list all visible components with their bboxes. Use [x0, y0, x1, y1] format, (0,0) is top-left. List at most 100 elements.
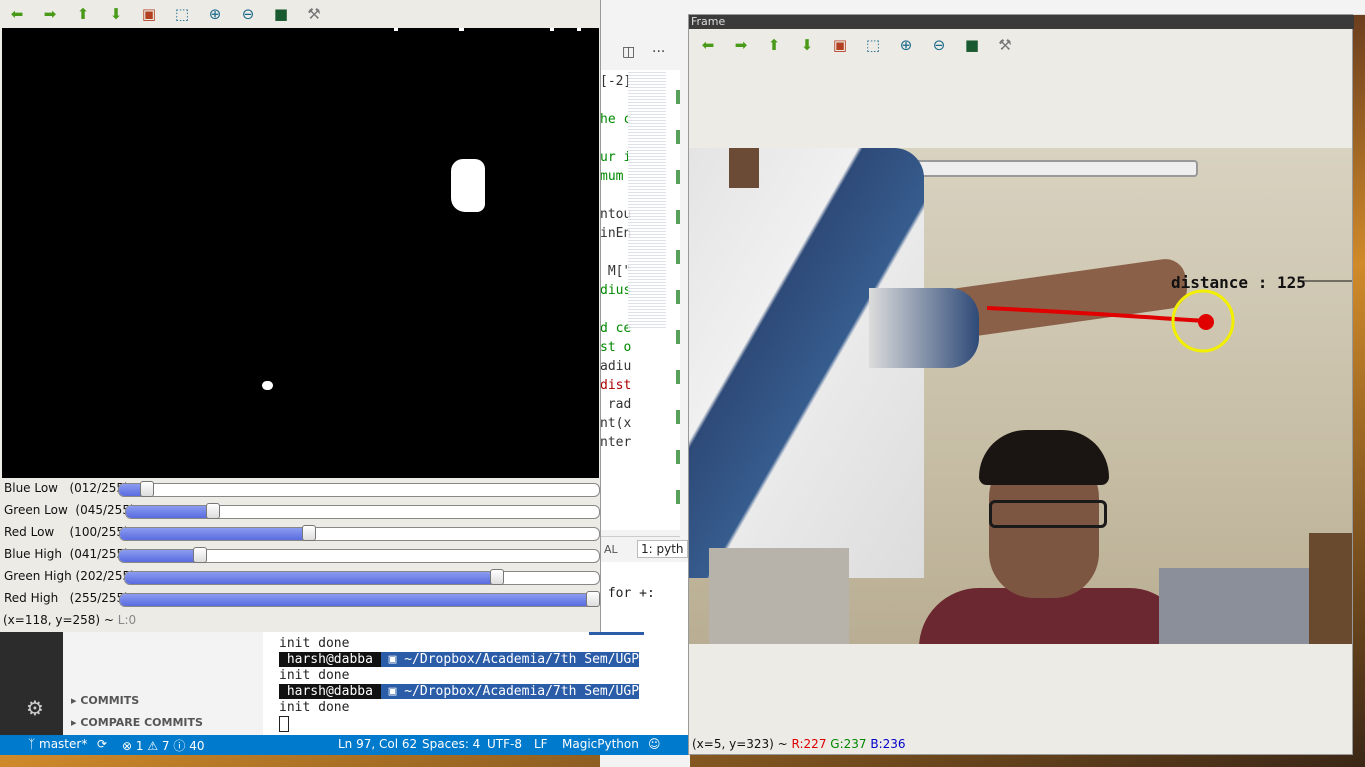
- trackbar-label: Green Low (045/255): [4, 503, 135, 517]
- mask-noise: [262, 381, 273, 390]
- commits-label: COMMITS: [80, 694, 140, 707]
- code-line: adiu: [600, 359, 632, 374]
- trackbar-track[interactable]: [125, 505, 600, 519]
- trackbar-row: Blue Low (012/255): [0, 478, 600, 500]
- trackbar-fill: [126, 506, 208, 518]
- trackbar-handle[interactable]: [193, 547, 208, 563]
- properties-icon[interactable]: ⚒: [994, 34, 1016, 56]
- compare-commits-section[interactable]: ▸ COMPARE COMMITS: [71, 716, 203, 729]
- image-icon[interactable]: ▣: [138, 3, 160, 25]
- properties-icon[interactable]: ⚒: [303, 3, 325, 25]
- cursor-position[interactable]: Ln 97, Col 62: [338, 737, 417, 751]
- trackbar-row: Blue High (041/255): [0, 544, 600, 566]
- save-icon[interactable]: ■: [270, 3, 292, 25]
- trackbar-handle[interactable]: [586, 591, 600, 607]
- mask-toolbar: ⬅ ➡ ⬆ ⬇ ▣ ⬚ ⊕ ⊖ ■ ⚒: [6, 0, 346, 28]
- terminal-line: harsh@dabba ▣ ~/Dropbox/Academia/7th Sem…: [279, 684, 640, 699]
- overlay: [986, 280, 1352, 353]
- code-line: ntou: [600, 207, 632, 222]
- indentation[interactable]: Spaces: 4: [422, 737, 480, 751]
- mask-noise: [577, 28, 581, 31]
- frame-window: Frame ⬅ ➡ ⬆ ⬇ ▣ ⬚ ⊕ ⊖ ■ ⚒ distance : 125 (x=5, y=…: [688, 14, 1354, 755]
- zoom-rect-icon[interactable]: ⬚: [862, 34, 884, 56]
- arrow-left-icon[interactable]: ⬅: [6, 3, 28, 25]
- feedback-smiley-icon[interactable]: ☺: [648, 737, 661, 751]
- status-bar: ᛉ master* ⟳ ⊗ 1 ⚠ 7 ⓘ 40 Ln 97, Col 62 S…: [0, 735, 688, 755]
- arrow-right-icon[interactable]: ➡: [730, 34, 752, 56]
- trackbar-track[interactable]: [124, 571, 600, 585]
- mask-status: (x=118, y=258) ~ L:0: [3, 613, 136, 627]
- terminal-text: for +:: [600, 586, 655, 601]
- arrow-left-icon[interactable]: ⬅: [697, 34, 719, 56]
- commits-section[interactable]: ▸ COMMITS: [71, 694, 139, 707]
- trackbar-handle[interactable]: [302, 525, 317, 541]
- trackbar-fill: [120, 594, 587, 606]
- trackbar-track[interactable]: [119, 593, 600, 607]
- frame-status: (x=5, y=323) ~ R:227 G:237 B:236: [692, 737, 906, 751]
- trackbar-label: Red High (255/255): [4, 591, 129, 605]
- arrow-up-icon[interactable]: ⬆: [72, 3, 94, 25]
- branch-indicator[interactable]: ᛉ master*: [28, 737, 87, 751]
- code-line: mum: [600, 169, 632, 184]
- tracked-object-blob: [451, 159, 485, 212]
- problems-indicator[interactable]: ⊗ 1 ⚠ 7 ⓘ 40: [122, 737, 204, 754]
- more-actions-icon[interactable]: ···: [652, 44, 665, 60]
- arrow-up-icon[interactable]: ⬆: [763, 34, 785, 56]
- info-count: 40: [189, 739, 205, 753]
- camera-frame[interactable]: distance : 125: [689, 148, 1352, 644]
- code-line: M[": [600, 264, 632, 279]
- image-icon[interactable]: ▣: [829, 34, 851, 56]
- code-line: nt(x: [600, 416, 632, 431]
- terminal-line: init done: [279, 700, 350, 715]
- tracker-center: [1198, 314, 1214, 330]
- arrow-right-icon[interactable]: ➡: [39, 3, 61, 25]
- panel-tab-terminal[interactable]: AL: [604, 543, 618, 556]
- warning-count: 7: [161, 739, 170, 753]
- branch-name: master*: [39, 737, 88, 751]
- trackbar-fill: [120, 528, 304, 540]
- trackbar-handle[interactable]: [206, 503, 221, 519]
- error-count: 1: [135, 739, 144, 753]
- pixel-blue: B:236: [870, 737, 906, 751]
- trackbar-track[interactable]: [118, 549, 600, 563]
- zoom-out-icon[interactable]: ⊖: [928, 34, 950, 56]
- mask-noise: [394, 28, 398, 31]
- split-editor-icon[interactable]: ◫: [622, 44, 635, 60]
- terminal-line: h Sem/U: [279, 632, 644, 635]
- language-mode[interactable]: MagicPython: [562, 737, 639, 751]
- trackbar-handle[interactable]: [489, 569, 504, 585]
- terminal-path: ▣ ~/Dropbox/Academia/7th Sem/UGP: [380, 684, 640, 699]
- arrow-down-icon[interactable]: ⬇: [796, 34, 818, 56]
- terminal-select[interactable]: 1: pyth: [637, 540, 688, 558]
- mask-level: L:0: [117, 613, 137, 627]
- encoding[interactable]: UTF-8: [487, 737, 522, 751]
- arrow-down-icon[interactable]: ⬇: [105, 3, 127, 25]
- zoom-in-icon[interactable]: ⊕: [204, 3, 226, 25]
- trackbar-track[interactable]: [118, 483, 600, 497]
- trackbar-handle[interactable]: [140, 481, 155, 497]
- zoom-in-icon[interactable]: ⊕: [895, 34, 917, 56]
- mask-image[interactable]: [2, 28, 599, 478]
- compare-commits-label: COMPARE COMMITS: [80, 716, 203, 729]
- editor-actions: ◫ ···: [602, 44, 687, 66]
- terminal[interactable]: h Sem/U init done harsh@dabba ▣ ~/Dropbox…: [263, 632, 688, 735]
- zoom-out-icon[interactable]: ⊖: [237, 3, 259, 25]
- code-line: he c: [600, 112, 632, 127]
- frame-toolbar: ⬅ ➡ ⬆ ⬇ ▣ ⬚ ⊕ ⊖ ■ ⚒: [697, 31, 1037, 59]
- mask-coords: (x=118, y=258) ~: [3, 613, 118, 627]
- terminal-top: for +:: [600, 562, 688, 632]
- code-line: dius: [600, 283, 632, 298]
- trackbar-track[interactable]: [119, 527, 600, 541]
- end-of-line[interactable]: LF: [534, 737, 548, 751]
- code-line: nter: [600, 435, 632, 450]
- gear-icon[interactable]: ⚙: [26, 696, 44, 720]
- sync-icon[interactable]: ⟳: [97, 737, 107, 751]
- trackbar-row: Red High (255/255): [0, 588, 600, 610]
- code-line: [-2]: [600, 74, 632, 89]
- save-icon[interactable]: ■: [961, 34, 983, 56]
- zoom-rect-icon[interactable]: ⬚: [171, 3, 193, 25]
- trackbar-label: Red Low (100/255): [4, 525, 129, 539]
- minimap[interactable]: [628, 70, 666, 330]
- vscode-titlebar: [600, 0, 1365, 15]
- terminal-user: harsh@dabba: [279, 652, 381, 667]
